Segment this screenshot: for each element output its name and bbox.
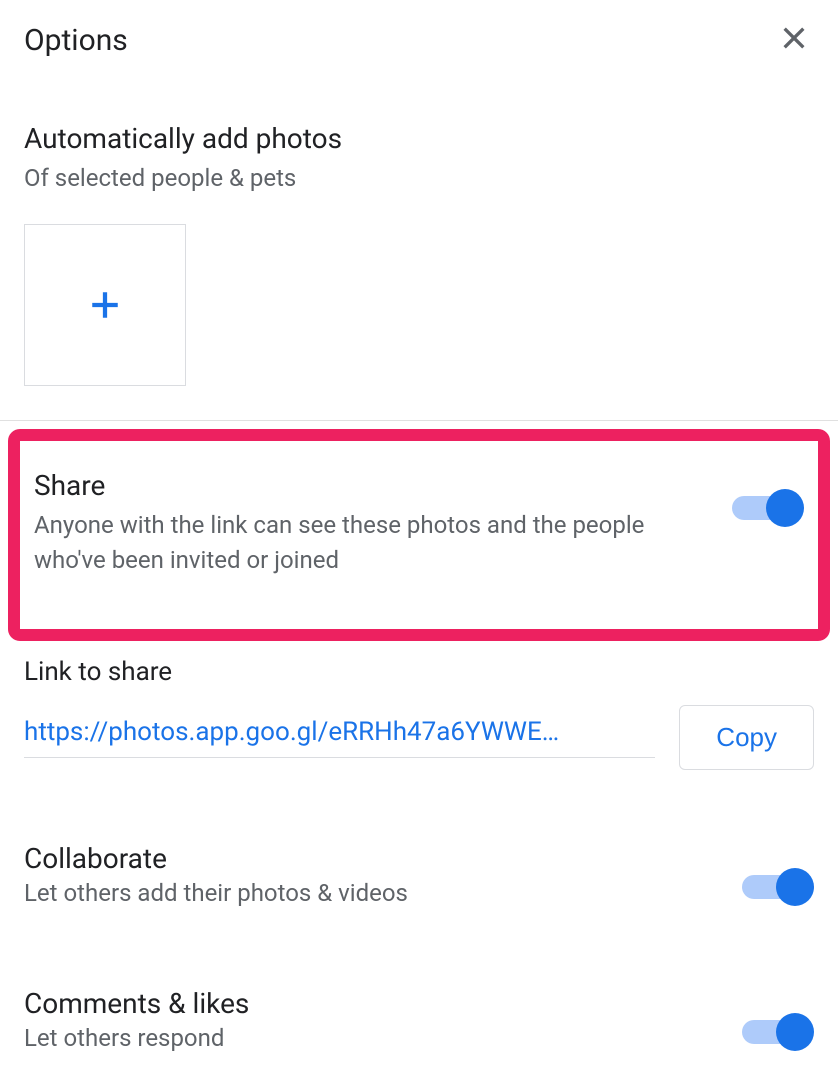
- share-toggle[interactable]: [732, 489, 804, 523]
- collaborate-row: Collaborate Let others add their photos …: [0, 812, 838, 917]
- toggle-thumb: [766, 489, 804, 527]
- link-row: https://photos.app.goo.gl/eRRHh47a6YWWE……: [24, 705, 814, 770]
- link-url: https://photos.app.goo.gl/eRRHh47a6YWWE…: [24, 717, 655, 747]
- comments-row: Comments & likes Let others respond: [0, 957, 838, 1062]
- share-title: Share: [34, 469, 708, 502]
- comments-text: Comments & likes Let others respond: [24, 987, 742, 1052]
- auto-add-subtitle: Of selected people & pets: [24, 161, 814, 196]
- link-url-container[interactable]: https://photos.app.goo.gl/eRRHh47a6YWWE…: [24, 717, 655, 758]
- share-subtitle: Anyone with the link can see these photo…: [34, 508, 708, 578]
- close-icon: [778, 22, 810, 54]
- share-highlight-box: Share Anyone with the link can see these…: [8, 429, 830, 642]
- close-button[interactable]: [774, 18, 814, 62]
- comments-toggle[interactable]: [742, 1013, 814, 1047]
- collaborate-toggle[interactable]: [742, 868, 814, 902]
- share-text: Share Anyone with the link can see these…: [34, 469, 732, 578]
- collaborate-title: Collaborate: [24, 842, 742, 875]
- share-row: Share Anyone with the link can see these…: [34, 469, 804, 578]
- comments-title: Comments & likes: [24, 987, 742, 1020]
- auto-add-section: Automatically add photos Of selected peo…: [0, 70, 838, 410]
- auto-add-title: Automatically add photos: [24, 122, 814, 155]
- comments-subtitle: Let others respond: [24, 1024, 742, 1052]
- toggle-thumb: [776, 868, 814, 906]
- link-label: Link to share: [24, 657, 814, 687]
- toggle-thumb: [776, 1013, 814, 1051]
- page-title: Options: [24, 23, 128, 58]
- options-header: Options: [0, 0, 838, 70]
- plus-icon: [88, 288, 122, 322]
- collaborate-text: Collaborate Let others add their photos …: [24, 842, 742, 907]
- copy-button[interactable]: Copy: [679, 705, 814, 770]
- divider: [0, 420, 838, 421]
- add-people-tile[interactable]: [24, 224, 186, 386]
- collaborate-subtitle: Let others add their photos & videos: [24, 879, 742, 907]
- link-section: Link to share https://photos.app.goo.gl/…: [0, 641, 838, 770]
